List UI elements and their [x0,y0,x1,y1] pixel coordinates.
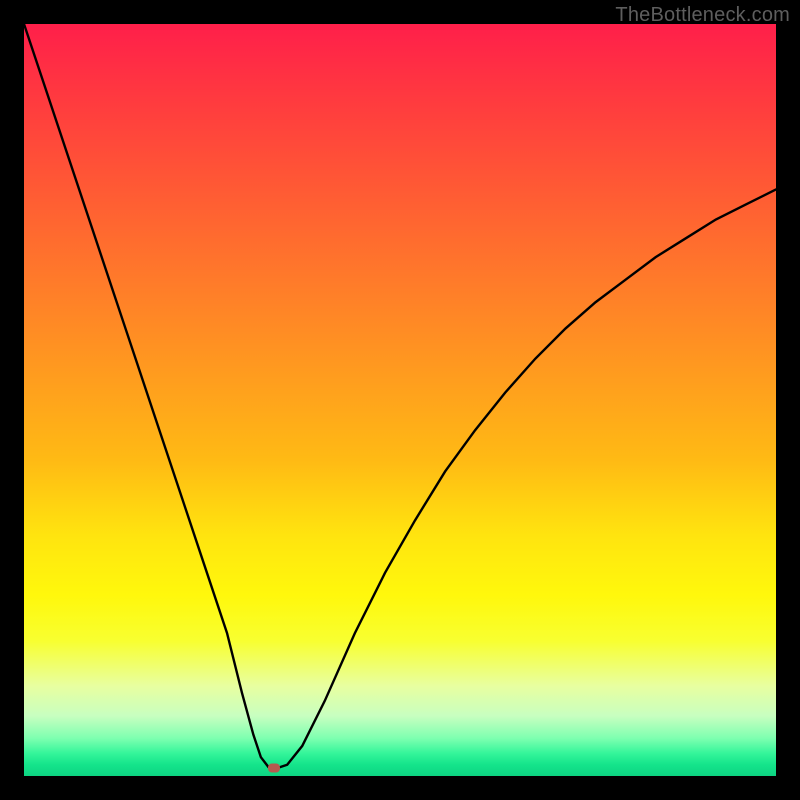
curve-svg [24,24,776,776]
plot-area [24,24,776,776]
watermark-text: TheBottleneck.com [615,4,790,27]
bottleneck-curve [24,24,776,768]
chart-frame: TheBottleneck.com [0,0,800,800]
minimum-marker [268,763,280,772]
